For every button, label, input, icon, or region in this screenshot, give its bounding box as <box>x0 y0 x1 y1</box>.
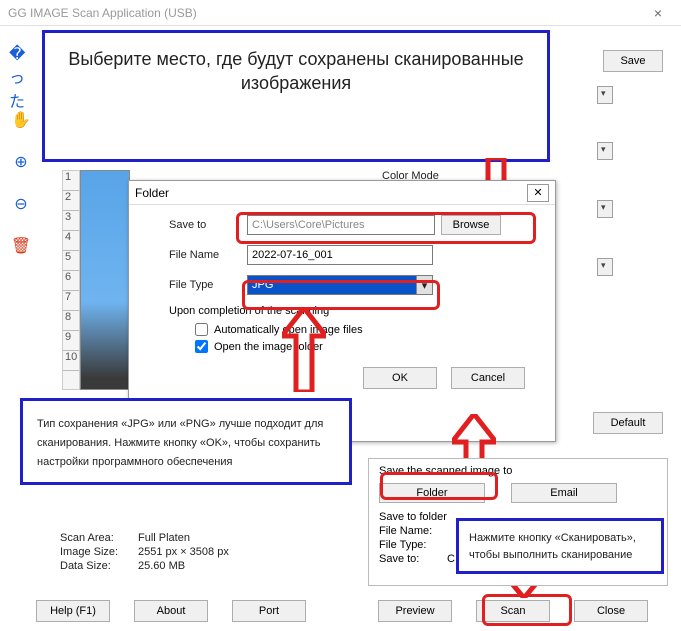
callout-save-location: Выберите место, где будут сохранены скан… <box>42 30 550 162</box>
crop-icon[interactable]: �った <box>9 66 33 90</box>
save-to-label: Save to <box>169 219 247 231</box>
window-title: GG IMAGE Scan Application (USB) <box>8 6 643 20</box>
hand-icon[interactable]: ✋ <box>9 108 33 132</box>
arrow-to-filetype <box>282 308 326 392</box>
side-dropdown-3[interactable] <box>597 200 613 218</box>
auto-open-checkbox-input[interactable] <box>195 323 208 336</box>
window-close-icon[interactable]: × <box>643 5 673 21</box>
bottom-buttons-left: Help (F1) About Port <box>36 600 306 622</box>
sp-filetype-label: File Type: <box>379 539 447 551</box>
save-button[interactable]: Save <box>603 50 663 72</box>
scan-area-label: Scan Area: <box>42 532 138 544</box>
about-button[interactable]: About <box>134 600 208 622</box>
port-button[interactable]: Port <box>232 600 306 622</box>
data-size-label: Data Size: <box>42 560 138 572</box>
ruler-vertical: 12345678910 <box>62 170 80 390</box>
zoom-out-icon[interactable]: ⊖ <box>9 192 33 216</box>
save-to-input[interactable] <box>247 215 435 235</box>
open-folder-checkbox[interactable]: Open the image folder <box>195 340 539 353</box>
folder-button[interactable]: Folder <box>379 483 485 503</box>
sp-filename-label: File Name: <box>379 525 447 537</box>
zoom-in-icon[interactable]: ⊕ <box>9 150 33 174</box>
side-dropdown-4[interactable] <box>597 258 613 276</box>
callout-scan: Нажмите кнопку «Сканировать», чтобы выпо… <box>456 518 664 574</box>
file-name-input[interactable] <box>247 245 433 265</box>
upon-completion-label: Upon completion of the scanning <box>169 305 539 317</box>
image-size-value: 2551 px × 3508 px <box>138 546 229 558</box>
info-panel: Scan Area:Full Platen Image Size:2551 px… <box>42 530 322 574</box>
file-type-label: File Type <box>169 279 247 291</box>
preview-button[interactable]: Preview <box>378 600 452 622</box>
folder-dialog-title: Folder <box>135 186 527 200</box>
close-button[interactable]: Close <box>574 600 648 622</box>
scan-area-value: Full Platen <box>138 532 190 544</box>
scan-button[interactable]: Scan <box>476 600 550 622</box>
email-button[interactable]: Email <box>511 483 617 503</box>
image-size-label: Image Size: <box>42 546 138 558</box>
callout-text-2: Тип сохранения «JPG» или «PNG» лучше под… <box>37 418 323 468</box>
default-button[interactable]: Default <box>593 412 663 434</box>
file-type-value: JPG <box>252 279 273 291</box>
bottom-buttons-right: Preview Scan Close <box>378 600 648 622</box>
scan-preview-image <box>80 170 130 390</box>
ok-button[interactable]: OK <box>363 367 437 389</box>
tool-strip: �った ✋ ⊕ ⊖ 🗑 <box>0 26 42 326</box>
chevron-down-icon[interactable]: ▾ <box>416 276 432 294</box>
callout-text-1: Выберите место, где будут сохранены скан… <box>63 47 529 96</box>
callout-filetype: Тип сохранения «JPG» или «PNG» лучше под… <box>20 398 352 485</box>
save-to-folder-label: Save to folder <box>379 511 447 523</box>
sp-saveto-label: Save to: <box>379 553 447 565</box>
data-size-value: 25.60 MB <box>138 560 185 572</box>
titlebar: GG IMAGE Scan Application (USB) × <box>0 0 681 26</box>
folder-dialog-header: Folder ✕ <box>129 181 555 205</box>
side-dropdown-1[interactable] <box>597 86 613 104</box>
open-folder-checkbox-input[interactable] <box>195 340 208 353</box>
side-dropdown-2[interactable] <box>597 142 613 160</box>
file-name-label: File Name <box>169 249 247 261</box>
trash-icon[interactable]: 🗑 <box>9 234 33 258</box>
folder-dialog-close-icon[interactable]: ✕ <box>527 184 549 202</box>
cancel-button[interactable]: Cancel <box>451 367 525 389</box>
save-panel-title: Save the scanned image to <box>379 465 657 477</box>
help-button[interactable]: Help (F1) <box>36 600 110 622</box>
auto-open-files-checkbox[interactable]: Automatically open image files <box>195 323 539 336</box>
file-type-select[interactable]: JPG ▾ <box>247 275 433 295</box>
browse-button[interactable]: Browse <box>441 215 501 235</box>
callout-text-3: Нажмите кнопку «Сканировать», чтобы выпо… <box>469 532 636 561</box>
